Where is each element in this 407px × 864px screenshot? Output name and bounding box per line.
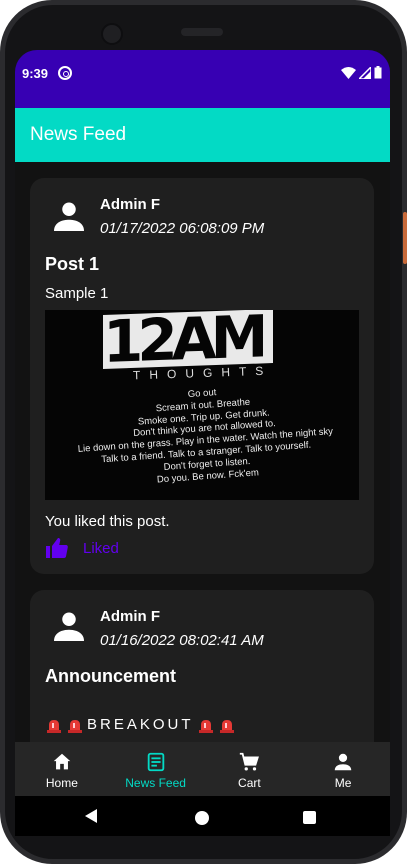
post-timestamp: 01/17/2022 06:08:09 PM: [100, 220, 265, 237]
like-button[interactable]: Liked: [45, 536, 119, 560]
post-body: BREAKOUT: [45, 716, 236, 733]
nav-cart-label: Cart: [238, 776, 261, 790]
recents-icon[interactable]: [303, 811, 316, 824]
earpiece-speaker: [181, 28, 223, 36]
phone-frame: 9:39 News Feed Admin F 01/17/2022 06:08:…: [0, 0, 407, 864]
siren-icon: [219, 719, 234, 733]
post-title: Announcement: [45, 666, 177, 686]
nav-me[interactable]: Me: [296, 742, 390, 796]
image-logo-text: 12AM: [103, 310, 273, 376]
back-icon[interactable]: [85, 809, 97, 823]
cart-icon: [240, 752, 260, 771]
home-circle-icon[interactable]: [195, 811, 209, 825]
status-bar: 9:39: [15, 50, 390, 108]
system-navigation-bar: [15, 796, 390, 836]
person-avatar-icon: [54, 612, 84, 641]
announcement-text: BREAKOUT: [87, 716, 194, 733]
news-feed-icon: [147, 752, 164, 772]
nav-news-feed[interactable]: News Feed: [109, 742, 203, 796]
nav-cart[interactable]: Cart: [203, 742, 297, 796]
post-card: Admin F 01/16/2022 08:02:41 AM Announcem…: [30, 590, 374, 742]
signal-icon: [359, 67, 371, 79]
nav-home[interactable]: Home: [15, 742, 109, 796]
bottom-navigation: Home News Feed Cart Me: [15, 742, 390, 796]
status-time: 9:39: [22, 66, 49, 81]
post-image[interactable]: 12AM THOUGHTS Go out Scream it out. Brea…: [45, 310, 359, 500]
siren-icon: [198, 719, 213, 733]
thumb-up-icon: [46, 538, 68, 558]
battery-icon: [374, 66, 382, 79]
home-icon: [53, 753, 71, 770]
like-status-text: You liked this post.: [45, 513, 170, 530]
liked-label: Liked: [83, 539, 119, 557]
siren-icon: [47, 719, 61, 733]
post-card: Admin F 01/17/2022 06:08:09 PM Post 1 Sa…: [30, 178, 374, 574]
post-author: Admin F: [100, 196, 160, 213]
notification-app-icon: [58, 66, 72, 80]
person-avatar-icon: [54, 202, 84, 231]
front-camera: [101, 23, 123, 45]
news-feed-list[interactable]: Admin F 01/17/2022 06:08:09 PM Post 1 Sa…: [15, 162, 390, 742]
nav-home-label: Home: [45, 776, 78, 790]
person-icon: [334, 753, 352, 771]
post-timestamp: 01/16/2022 08:02:41 AM: [100, 632, 264, 649]
image-poem: Go out Scream it out. Breathe Smoke one.…: [62, 378, 348, 492]
post-title: Post 1: [45, 254, 100, 274]
page-title: News Feed: [30, 124, 127, 145]
nav-news-feed-label: News Feed: [125, 776, 186, 790]
siren-icon: [68, 719, 82, 733]
wifi-icon: [341, 67, 356, 79]
app-bar: News Feed: [15, 108, 390, 162]
post-body: Sample 1: [45, 285, 109, 302]
status-icons: [341, 66, 382, 79]
nav-me-label: Me: [334, 776, 352, 790]
side-power-button[interactable]: [403, 212, 407, 264]
screen: 9:39 News Feed Admin F 01/17/2022 06:08:…: [15, 50, 390, 836]
post-author: Admin F: [100, 608, 160, 625]
